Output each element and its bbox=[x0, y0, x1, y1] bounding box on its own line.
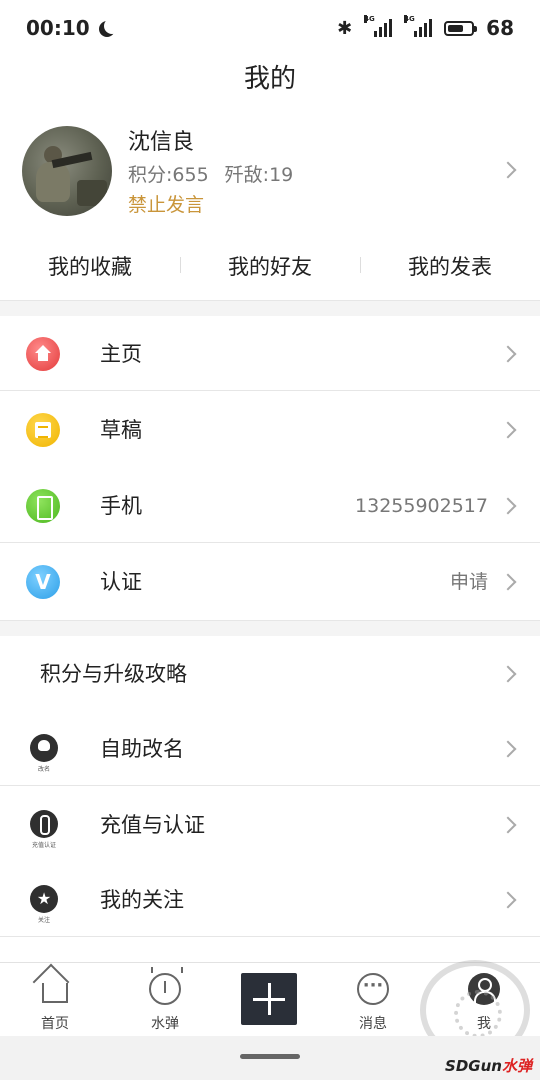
chevron-right-icon bbox=[499, 665, 517, 683]
chevron-right-icon bbox=[499, 421, 517, 439]
nav-label: 首页 bbox=[41, 1016, 69, 1032]
profile-stats: 积分:655 歼敌:19 bbox=[128, 160, 293, 187]
menu-item-phone[interactable]: 手机 13255902517 bbox=[0, 469, 540, 543]
chevron-right-icon bbox=[499, 573, 517, 591]
nav-label: 水弹 bbox=[151, 1016, 179, 1032]
status-bar: 00:10 ✱ 4G 4G 68 bbox=[0, 0, 540, 56]
status-time: 00:10 bbox=[26, 16, 90, 40]
charge-icon bbox=[30, 810, 58, 838]
phone-number: 13255902517 bbox=[355, 495, 488, 517]
signal-icon: 4G bbox=[364, 15, 393, 37]
menu-item-label: 我的关注 bbox=[100, 888, 184, 912]
moon-icon bbox=[104, 18, 120, 34]
home-indicator[interactable] bbox=[240, 1054, 300, 1059]
status-right: ✱ 4G 4G 68 bbox=[337, 15, 514, 40]
home-icon bbox=[26, 337, 60, 371]
profile-kills: 歼敌:19 bbox=[224, 164, 294, 186]
profile-tabs: 我的收藏 我的好友 我的发表 bbox=[0, 240, 540, 292]
tab-favorites[interactable]: 我的收藏 bbox=[0, 251, 180, 281]
menu-item-label: 积分与升级攻略 bbox=[40, 662, 187, 686]
nav-label: 消息 bbox=[359, 1016, 387, 1032]
profile-points: 积分:655 bbox=[128, 164, 209, 186]
nav-messages[interactable]: 消息 bbox=[333, 963, 413, 1037]
bluetooth-icon: ✱ bbox=[337, 17, 353, 39]
menu-item-drafts[interactable]: 草稿 bbox=[0, 393, 540, 467]
watermark-brand: SDGun bbox=[445, 1057, 502, 1075]
verify-v-icon: V bbox=[26, 565, 60, 599]
message-bubble-icon bbox=[357, 973, 389, 1005]
menu-item-rename[interactable]: 改名 自助改名 bbox=[0, 712, 540, 786]
profile-card[interactable]: 沈信良 积分:655 歼敌:19 禁止发言 bbox=[0, 118, 540, 226]
page-title: 我的 bbox=[243, 64, 296, 94]
icon-caption: 改名 bbox=[37, 766, 50, 773]
menu-item-home[interactable]: 主页 bbox=[0, 317, 540, 391]
menu-item-label: 自助改名 bbox=[100, 737, 184, 761]
chevron-right-icon bbox=[499, 891, 517, 909]
phone-icon bbox=[26, 489, 60, 523]
section-divider bbox=[0, 300, 540, 316]
icon-caption: 充值认证 bbox=[31, 842, 56, 849]
profile-name: 沈信良 bbox=[128, 130, 195, 155]
signal-icon-2: 4G bbox=[404, 15, 433, 37]
star-icon bbox=[30, 885, 58, 913]
section-divider bbox=[0, 620, 540, 636]
menu-item-label: 主页 bbox=[100, 342, 142, 366]
menu-item-recharge[interactable]: 充值认证 充值与认证 bbox=[0, 788, 540, 862]
menu-item-label: 认证 bbox=[100, 570, 142, 594]
menu-item-label: 充值与认证 bbox=[100, 813, 205, 837]
chevron-right-icon bbox=[499, 161, 517, 179]
home-outline-icon bbox=[42, 983, 68, 1003]
chevron-right-icon bbox=[499, 345, 517, 363]
watermark-text: SDGun水弹 bbox=[445, 1055, 532, 1076]
chevron-right-icon bbox=[499, 740, 517, 758]
watermark-brand-red: 水弹 bbox=[501, 1057, 532, 1075]
battery-icon bbox=[444, 20, 478, 36]
network-type-label: 4G bbox=[364, 15, 375, 23]
verify-status: 申请 bbox=[449, 571, 488, 593]
avatar[interactable] bbox=[22, 126, 112, 216]
menu-item-points-guide[interactable]: 积分与升级攻略 bbox=[0, 637, 540, 711]
status-left: 00:10 bbox=[26, 16, 114, 40]
skull-icon bbox=[30, 734, 58, 762]
menu-item-following[interactable]: 关注 我的关注 bbox=[0, 863, 540, 937]
nav-home[interactable]: 首页 bbox=[15, 963, 95, 1037]
battery-percent: 68 bbox=[486, 16, 514, 40]
post-plus-button[interactable] bbox=[241, 973, 297, 1025]
bomb-icon bbox=[149, 967, 183, 1005]
tab-posts[interactable]: 我的发表 bbox=[360, 251, 540, 281]
menu-item-verify[interactable]: V 认证 申请 bbox=[0, 545, 540, 619]
ban-status: 禁止发言 bbox=[128, 194, 205, 216]
draft-icon bbox=[26, 413, 60, 447]
icon-caption: 关注 bbox=[37, 917, 50, 924]
network-type-label-2: 4G bbox=[404, 15, 415, 23]
battery-fill bbox=[448, 24, 464, 32]
chevron-right-icon bbox=[499, 497, 517, 515]
chevron-right-icon bbox=[499, 816, 517, 834]
nav-bomb[interactable]: 水弹 bbox=[125, 963, 205, 1037]
menu-item-label: 手机 bbox=[100, 494, 142, 518]
tab-friends[interactable]: 我的好友 bbox=[180, 251, 360, 281]
menu-item-label: 草稿 bbox=[100, 418, 142, 442]
